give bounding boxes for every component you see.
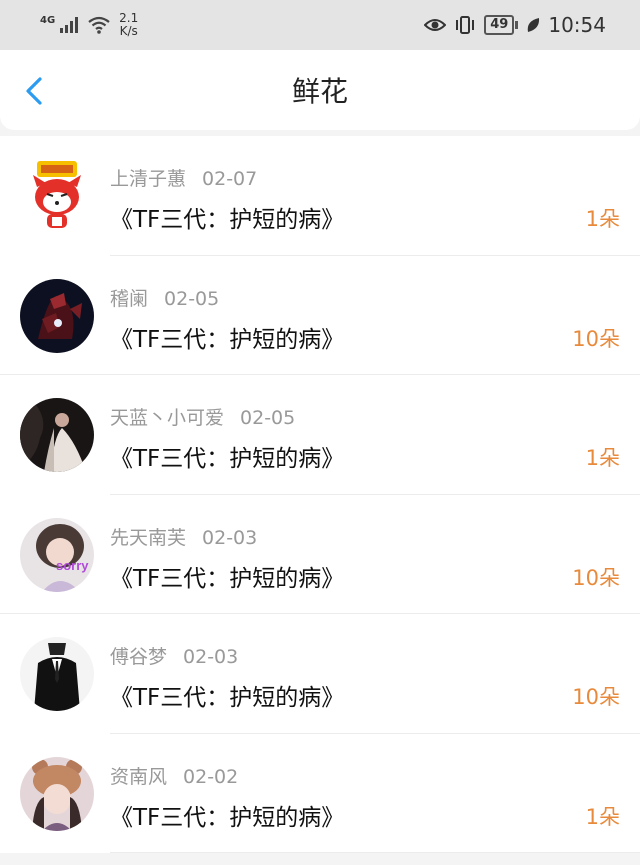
sorry-label: sorry xyxy=(56,558,89,573)
back-button[interactable] xyxy=(20,76,50,106)
item-date: 02-02 xyxy=(183,765,239,788)
avatar[interactable] xyxy=(20,637,94,711)
flower-count: 10朵 xyxy=(572,685,620,709)
list-item[interactable]: 上清子蕙 02-07 《TF三代：护短的病》 1朵 xyxy=(0,136,640,256)
username: 傅谷梦 xyxy=(110,646,168,668)
book-title: 《TF三代：护短的病》 xyxy=(110,207,345,233)
book-title: 《TF三代：护短的病》 xyxy=(110,326,345,353)
item-date: 02-05 xyxy=(240,407,296,429)
network-type-label: 4G xyxy=(40,14,56,26)
list-item[interactable]: 傅谷梦 02-03 《TF三代：护短的病》 10朵 xyxy=(0,614,640,734)
speed-unit: K/s xyxy=(119,24,138,38)
list-item[interactable]: sorry 先天南芙 02-03 《TF三代：护短的病》 10朵 xyxy=(0,495,640,614)
fox-sticker-icon xyxy=(33,161,81,228)
username: 资南风 xyxy=(110,765,168,788)
status-left: 4G 2.1 K/s xyxy=(40,12,138,38)
list-item[interactable]: 资南风 02-02 《TF三代：护短的病》 1朵 xyxy=(0,734,640,853)
wifi-icon xyxy=(88,16,110,34)
robot-avatar-icon xyxy=(20,278,94,353)
avatar[interactable] xyxy=(20,278,94,353)
girl-sorry-avatar-icon: sorry xyxy=(20,517,94,592)
item-meta: 天蓝丶小可爱 02-05 xyxy=(110,403,295,430)
item-meta: 傅谷梦 02-03 xyxy=(110,642,238,669)
list-item[interactable]: 天蓝丶小可爱 02-05 《TF三代：护短的病》 1朵 xyxy=(0,375,640,495)
signal-icon xyxy=(60,17,79,33)
status-right: 49 10:54 xyxy=(424,13,606,37)
eye-comfort-icon xyxy=(424,19,447,31)
avatar[interactable] xyxy=(20,756,94,831)
flower-count: 1朵 xyxy=(585,207,620,231)
divider xyxy=(110,852,640,853)
book-title: 《TF三代：护短的病》 xyxy=(110,565,345,592)
flower-list: 上清子蕙 02-07 《TF三代：护短的病》 1朵 稽阑 02-05 《TF三代：护… xyxy=(0,136,640,853)
book-title: 《TF三代：护短的病》 xyxy=(110,685,345,711)
battery-indicator: 49 xyxy=(484,15,519,35)
item-date: 02-05 xyxy=(164,287,220,310)
avatar[interactable] xyxy=(20,398,94,472)
flower-count: 10朵 xyxy=(572,565,620,590)
bride-avatar-icon xyxy=(20,398,94,472)
avatar[interactable] xyxy=(20,159,94,233)
item-meta: 稽阑 02-05 xyxy=(110,284,219,311)
item-date: 02-03 xyxy=(202,526,258,549)
username: 稽阑 xyxy=(110,287,149,310)
flower-count: 1朵 xyxy=(585,446,620,470)
battery-cap xyxy=(515,21,519,29)
item-meta: 资南风 02-02 xyxy=(110,762,238,789)
username: 上清子蕙 xyxy=(110,168,187,190)
item-meta: 先天南芙 02-03 xyxy=(110,523,257,550)
status-bar: 4G 2.1 K/s 49 10:54 xyxy=(0,0,640,50)
battery-level: 49 xyxy=(484,15,515,35)
network-speed: 2.1 K/s xyxy=(119,12,138,38)
vibrate-icon xyxy=(456,16,475,34)
clock: 10:54 xyxy=(548,13,606,37)
bear-hat-girl-avatar-icon xyxy=(20,756,94,831)
item-date: 02-07 xyxy=(202,168,258,190)
item-meta: 上清子蕙 02-07 xyxy=(110,164,257,191)
book-title: 《TF三代：护短的病》 xyxy=(110,804,345,831)
suit-avatar-icon xyxy=(20,637,94,711)
flower-count: 10朵 xyxy=(572,326,620,351)
book-title: 《TF三代：护短的病》 xyxy=(110,446,345,472)
avatar[interactable]: sorry xyxy=(20,517,94,592)
username: 先天南芙 xyxy=(110,526,187,549)
list-item[interactable]: 稽阑 02-05 《TF三代：护短的病》 10朵 xyxy=(0,256,640,375)
flower-count: 1朵 xyxy=(585,804,620,829)
nav-bar: 鲜花 xyxy=(0,50,640,130)
item-date: 02-03 xyxy=(183,646,239,668)
chevron-left-icon xyxy=(26,77,42,105)
leaf-icon xyxy=(528,18,540,32)
page-title: 鲜花 xyxy=(291,75,348,108)
username: 天蓝丶小可爱 xyxy=(110,407,225,429)
